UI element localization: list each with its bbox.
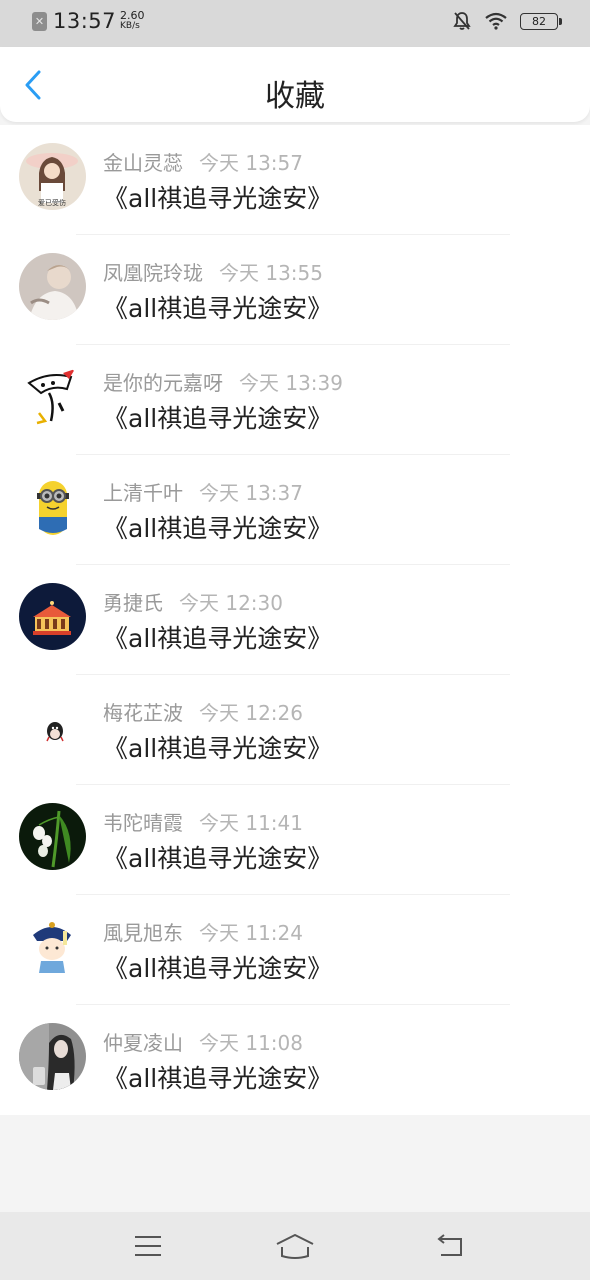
avatar xyxy=(19,1023,86,1090)
author-name: 梅花芷波 xyxy=(103,701,183,725)
author-name: 金山灵蕊 xyxy=(103,151,183,175)
network-speed: 2.60 KB/s xyxy=(120,10,145,32)
avatar xyxy=(19,473,86,540)
avatar xyxy=(19,803,86,870)
favorite-content: 《all祺追寻光途安》 xyxy=(103,844,333,873)
avatar xyxy=(19,363,86,430)
author-name: 上清千叶 xyxy=(103,481,183,505)
author-name: 風見旭东 xyxy=(103,921,183,945)
battery-icon: 82 xyxy=(520,12,562,30)
header: 收藏 xyxy=(0,47,590,122)
timestamp: 今天 11:24 xyxy=(199,921,303,945)
favorite-content: 《all祺追寻光途安》 xyxy=(103,514,333,543)
avatar: 爱已受伤 xyxy=(19,143,86,210)
favorites-list: 爱已受伤 金山灵蕊 今天 13:57 《all祺追寻光途安》 凤凰院玲珑 今天 … xyxy=(0,125,590,1115)
timestamp: 今天 13:57 xyxy=(199,151,303,175)
timestamp: 今天 12:26 xyxy=(199,701,303,725)
svg-text:爱已受伤: 爱已受伤 xyxy=(38,198,66,207)
back-nav-button[interactable] xyxy=(430,1230,470,1262)
item-meta: 勇捷氏 今天 12:30 xyxy=(103,587,283,616)
network-speed-unit: KB/s xyxy=(120,21,140,31)
avatar xyxy=(19,583,86,650)
timestamp: 今天 13:39 xyxy=(239,371,343,395)
item-meta: 韦陀晴霞 今天 11:41 xyxy=(103,807,303,836)
favorite-content: 《all祺追寻光途安》 xyxy=(103,734,333,763)
favorite-item[interactable]: 勇捷氏 今天 12:30 《all祺追寻光途安》 xyxy=(0,565,590,675)
wifi-icon xyxy=(484,12,508,30)
favorite-item[interactable]: 風見旭东 今天 11:24 《all祺追寻光途安》 xyxy=(0,895,590,1005)
back-icon xyxy=(437,1234,462,1256)
item-meta: 梅花芷波 今天 12:26 xyxy=(103,697,303,726)
avatar xyxy=(19,913,86,980)
status-bar: ✕ 13:57 2.60 KB/s 82 xyxy=(0,0,590,47)
favorite-item[interactable]: 韦陀晴霞 今天 11:41 《all祺追寻光途安》 xyxy=(0,785,590,895)
status-left: ✕ 13:57 2.60 KB/s xyxy=(32,9,145,33)
favorite-content: 《all祺追寻光途安》 xyxy=(103,624,333,653)
page-title: 收藏 xyxy=(265,79,325,114)
author-name: 凤凰院玲珑 xyxy=(103,261,203,285)
favorite-item[interactable]: 上清千叶 今天 13:37 《all祺追寻光途安》 xyxy=(0,455,590,565)
timestamp: 今天 12:30 xyxy=(179,591,283,615)
item-meta: 金山灵蕊 今天 13:57 xyxy=(103,147,303,176)
favorite-item[interactable]: 梅花芷波 今天 12:26 《all祺追寻光途安》 xyxy=(0,675,590,785)
timestamp: 今天 11:08 xyxy=(199,1031,303,1055)
favorite-item[interactable]: 仲夏凌山 今天 11:08 《all祺追寻光途安》 xyxy=(0,1005,590,1115)
silent-bell-icon xyxy=(452,11,472,31)
menu-button[interactable] xyxy=(128,1230,168,1262)
favorite-item[interactable]: 是你的元嘉呀 今天 13:39 《all祺追寻光途安》 xyxy=(0,345,590,455)
item-meta: 上清千叶 今天 13:37 xyxy=(103,477,303,506)
item-meta: 凤凰院玲珑 今天 13:55 xyxy=(103,257,323,286)
home-button[interactable] xyxy=(272,1230,318,1262)
avatar xyxy=(19,253,86,320)
item-meta: 風見旭东 今天 11:24 xyxy=(103,917,303,946)
author-name: 韦陀晴霞 xyxy=(103,811,183,835)
status-right: 82 xyxy=(440,11,562,31)
status-time: 13:57 xyxy=(53,9,117,33)
notification-app-icon: ✕ xyxy=(32,11,47,31)
author-name: 仲夏凌山 xyxy=(103,1031,183,1055)
favorite-item[interactable]: 凤凰院玲珑 今天 13:55 《all祺追寻光途安》 xyxy=(0,235,590,345)
favorite-content: 《all祺追寻光途安》 xyxy=(103,404,333,433)
timestamp: 今天 11:41 xyxy=(199,811,303,835)
author-name: 勇捷氏 xyxy=(103,591,163,615)
timestamp: 今天 13:55 xyxy=(219,261,323,285)
network-speed-value: 2.60 xyxy=(120,9,145,22)
system-nav-bar xyxy=(0,1212,590,1280)
favorite-content: 《all祺追寻光途安》 xyxy=(103,184,333,213)
item-meta: 是你的元嘉呀 今天 13:39 xyxy=(103,367,343,396)
favorite-content: 《all祺追寻光途安》 xyxy=(103,954,333,983)
home-icon xyxy=(276,1234,314,1259)
timestamp: 今天 13:37 xyxy=(199,481,303,505)
favorite-item[interactable]: 爱已受伤 金山灵蕊 今天 13:57 《all祺追寻光途安》 xyxy=(0,125,590,235)
favorite-content: 《all祺追寻光途安》 xyxy=(103,1064,333,1093)
menu-icon xyxy=(135,1236,161,1256)
author-name: 是你的元嘉呀 xyxy=(103,371,223,395)
avatar xyxy=(19,693,86,760)
item-meta: 仲夏凌山 今天 11:08 xyxy=(103,1027,303,1056)
battery-level: 82 xyxy=(520,12,562,30)
favorite-content: 《all祺追寻光途安》 xyxy=(103,294,333,323)
